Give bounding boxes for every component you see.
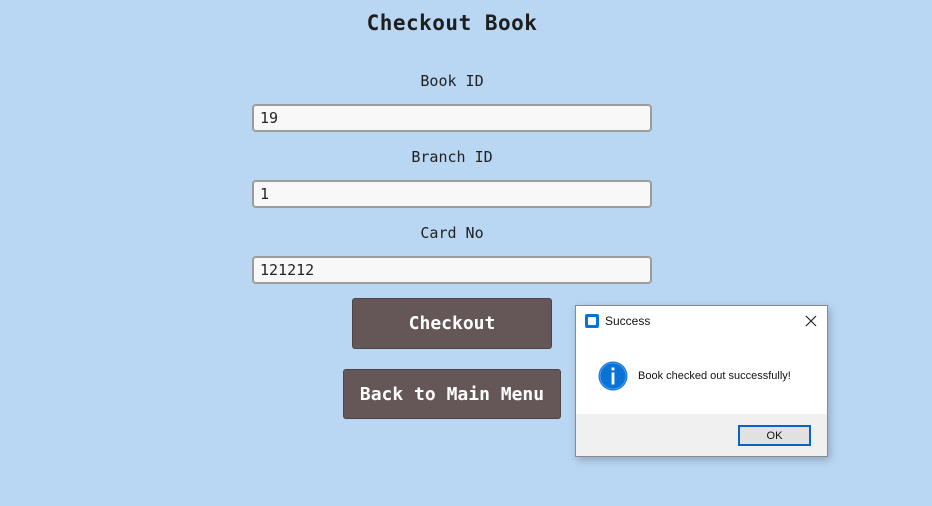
page-title: Checkout Book (366, 11, 538, 35)
book-id-input[interactable] (252, 104, 652, 132)
dialog-message: Book checked out successfully! (638, 370, 791, 382)
branch-id-input[interactable] (252, 180, 652, 208)
dialog-title: Success (605, 314, 651, 328)
branch-id-label: Branch ID (411, 148, 493, 166)
ok-button[interactable]: OK (738, 425, 811, 446)
checkout-button[interactable]: Checkout (352, 298, 552, 349)
card-no-label: Card No (420, 224, 484, 242)
close-icon (805, 315, 817, 327)
success-dialog: Success Book checked out successfully! O… (575, 305, 828, 457)
book-id-label: Book ID (420, 72, 484, 90)
dialog-footer: OK (576, 414, 827, 456)
app-icon (585, 314, 599, 328)
info-icon (598, 361, 628, 391)
close-button[interactable] (800, 310, 822, 332)
card-no-input[interactable] (252, 256, 652, 284)
dialog-titlebar: Success (576, 306, 827, 336)
back-to-main-menu-button[interactable]: Back to Main Menu (343, 369, 561, 419)
